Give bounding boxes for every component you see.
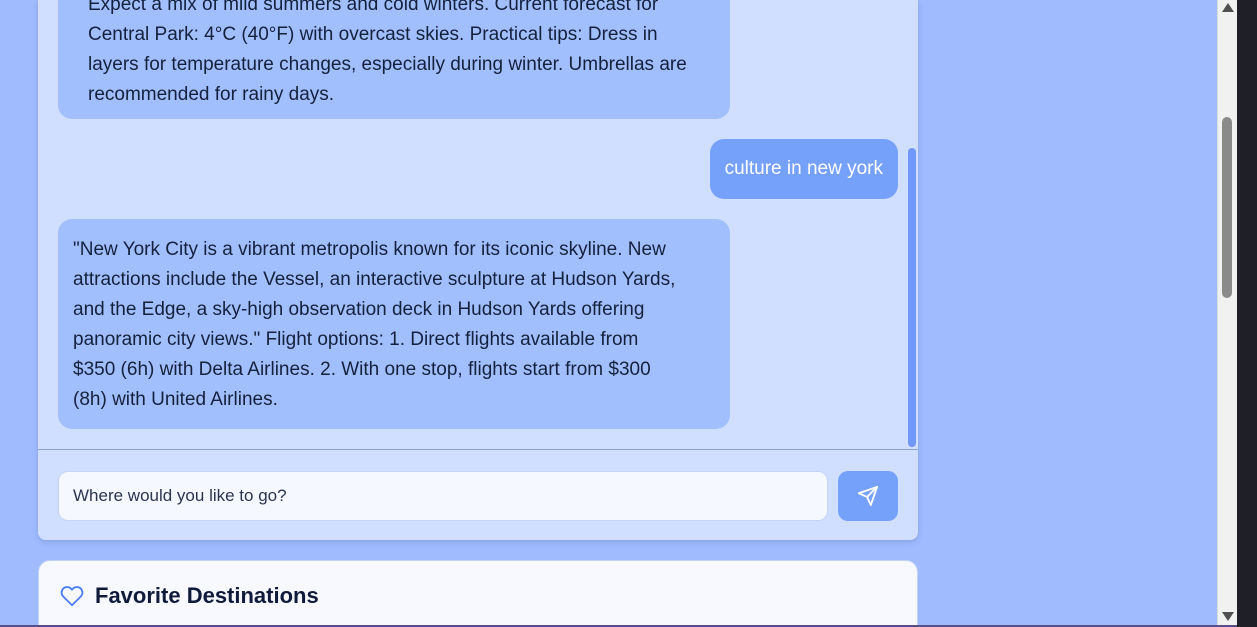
destination-input[interactable]	[58, 471, 828, 521]
scrollbar-thumb[interactable]	[1222, 117, 1232, 298]
chat-input-bar	[38, 449, 918, 540]
window-edge	[1237, 0, 1257, 627]
send-icon	[857, 485, 879, 507]
assistant-message: "New York City is a vibrant metropolis k…	[58, 219, 730, 429]
send-button[interactable]	[838, 471, 898, 521]
chat-panel: Expect a mix of mild summers and cold wi…	[38, 0, 918, 540]
message-list[interactable]: Expect a mix of mild summers and cold wi…	[38, 0, 918, 449]
message-list-scrollbar[interactable]	[908, 148, 916, 447]
scroll-up-arrow-icon[interactable]	[1222, 3, 1234, 12]
heart-icon	[60, 586, 84, 607]
app-page: Expect a mix of mild summers and cold wi…	[0, 0, 1257, 627]
favorites-header: Favorite Destinations	[59, 583, 319, 609]
page-scrollbar[interactable]	[1217, 0, 1237, 627]
assistant-message: Expect a mix of mild summers and cold wi…	[58, 0, 730, 119]
favorites-title: Favorite Destinations	[95, 583, 319, 608]
favorite-destinations-card: Favorite Destinations	[38, 560, 918, 627]
scroll-down-arrow-icon[interactable]	[1222, 612, 1234, 621]
user-message: culture in new york	[709, 139, 898, 199]
